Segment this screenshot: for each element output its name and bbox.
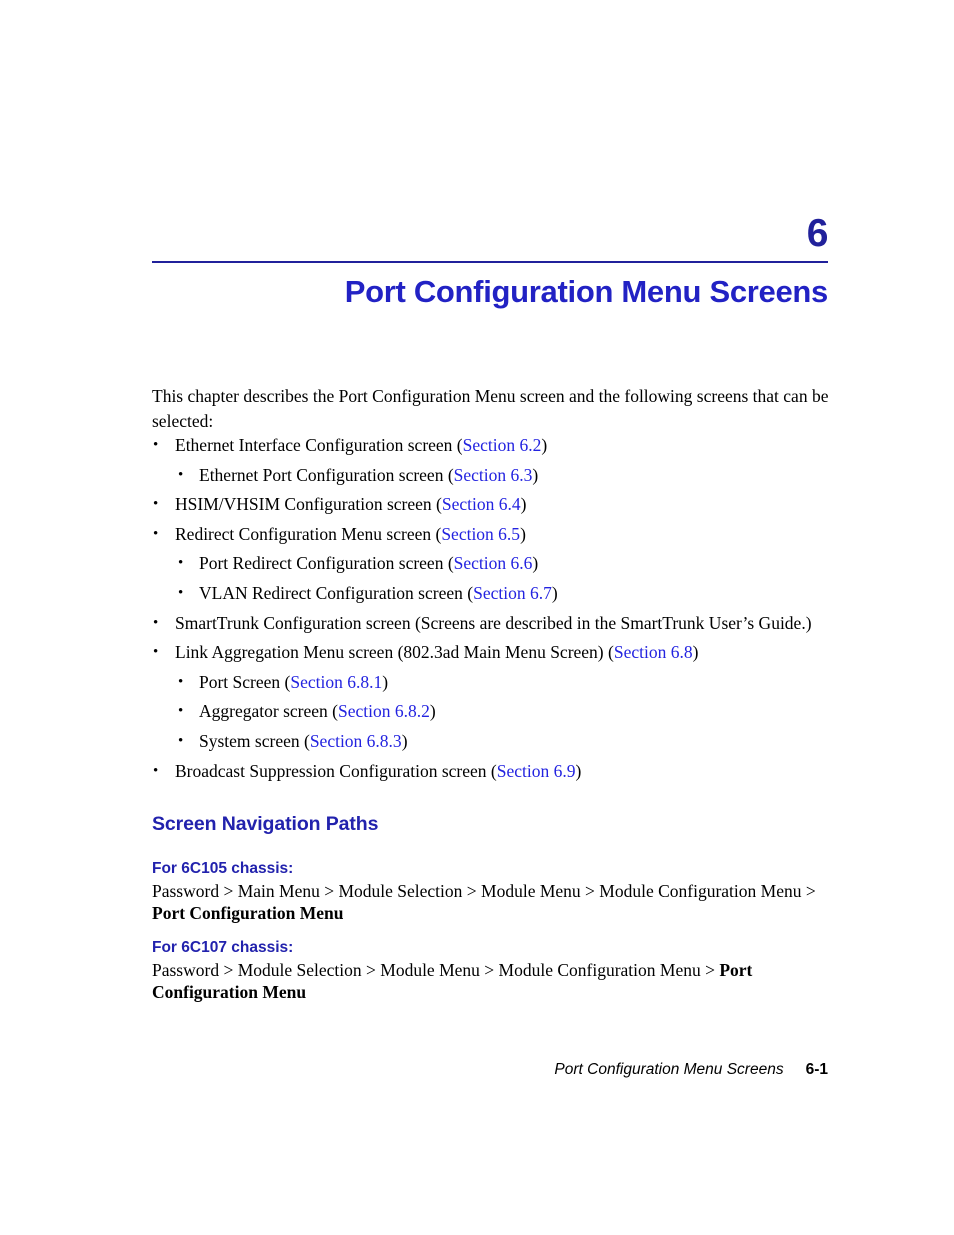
cross-reference-link[interactable]: Section 6.6 [454, 553, 533, 573]
footer-page-number: 6-1 [805, 1061, 828, 1078]
nav-path-block-6c105: For 6C105 chassis: Password > Main Menu … [152, 858, 832, 924]
nav-path-label: For 6C107 chassis: [152, 939, 294, 956]
list-item: • SmartTrunk Configuration screen (Screen… [152, 612, 842, 642]
list-item-label: Ethernet Interface Configuration screen … [175, 435, 463, 455]
cross-reference-link[interactable]: Section 6.7 [473, 583, 552, 603]
list-item-tail: ) [401, 730, 408, 751]
bullet-icon: • [178, 703, 184, 720]
list-item-label: SmartTrunk Configuration screen (Screens… [175, 612, 812, 633]
screen-list: • Ethernet Interface Configuration screen… [152, 434, 842, 789]
cross-reference-link[interactable]: Section 6.8 [614, 642, 693, 662]
bullet-icon: • [178, 732, 184, 749]
cross-reference-link[interactable]: Section 6.3 [454, 465, 533, 485]
bullet-icon: • [153, 437, 159, 453]
bullet-icon: • [153, 762, 159, 779]
cross-reference-link[interactable]: Section 6.8.2 [338, 701, 430, 721]
bullet-icon: • [178, 555, 184, 572]
cross-reference-link[interactable]: Section 6.5 [441, 524, 520, 544]
nav-path-label: For 6C105 chassis: [152, 860, 294, 877]
list-item: • Redirect Configuration Menu screen (Sec… [152, 523, 842, 553]
bullet-icon: • [178, 673, 184, 690]
list-item-label: Redirect Configuration Menu screen ( [175, 523, 442, 544]
list-item-tail: ) [541, 435, 548, 455]
chapter-rule-divider [152, 261, 828, 263]
list-item-tail: ) [532, 464, 539, 485]
list-item: • System screen (Section 6.8.3) [152, 730, 842, 760]
list-item-label: System screen ( [199, 730, 310, 751]
list-item-label: Aggregator screen ( [199, 701, 338, 722]
list-item-tail: ) [551, 582, 558, 603]
list-item: • Ethernet Interface Configuration screen… [152, 434, 842, 464]
bullet-icon: • [153, 644, 159, 661]
list-item-label: Broadcast Suppression Configuration scre… [175, 760, 497, 781]
document-page: 6 Port Configuration Menu Screens This c… [0, 0, 954, 1235]
list-item-label: Link Aggregation Menu screen (802.3ad Ma… [175, 642, 614, 663]
bullet-icon: • [178, 466, 184, 483]
list-item-label: Port Screen ( [199, 671, 291, 692]
cross-reference-link[interactable]: Section 6.4 [442, 494, 521, 514]
list-item: • Port Redirect Configuration screen (Sec… [152, 552, 842, 582]
list-item-tail: ) [575, 760, 582, 781]
list-item-tail: ) [520, 523, 526, 544]
list-item: • Ethernet Port Configuration screen (Sec… [152, 464, 842, 494]
section-heading-navigation: Screen Navigation Paths [152, 813, 379, 835]
nav-path-plain: Password > Module Selection > Module Men… [152, 960, 720, 980]
bullet-icon: • [153, 525, 159, 542]
list-item-tail: ) [692, 642, 699, 663]
list-item: • Link Aggregation Menu screen (802.3ad M… [152, 641, 842, 671]
chapter-number: 6 [806, 212, 829, 255]
nav-path-value: Password > Module Selection > Module Men… [152, 960, 832, 1003]
list-item-label: HSIM/VHSIM Configuration screen ( [175, 494, 442, 515]
nav-path-block-6c107: For 6C107 chassis: Password > Module Sel… [152, 937, 832, 1003]
list-item: • Broadcast Suppression Configuration scr… [152, 760, 842, 790]
list-item: • Port Screen (Section 6.8.1) [152, 671, 842, 701]
nav-path-plain: Password > Main Menu > Module Selection … [152, 881, 816, 901]
list-item-label: VLAN Redirect Configuration screen ( [199, 582, 474, 603]
page-footer: Port Configuration Menu Screens 6-1 [152, 1060, 828, 1080]
nav-path-value: Password > Main Menu > Module Selection … [152, 881, 832, 924]
list-item: • VLAN Redirect Configuration screen (Sec… [152, 582, 842, 612]
list-item-tail: ) [520, 494, 527, 515]
list-item-tail: ) [382, 671, 389, 692]
list-item-tail: ) [429, 701, 436, 722]
list-item-label: Port Redirect Configuration screen ( [199, 553, 454, 574]
list-item: • Aggregator screen (Section 6.8.2) [152, 700, 842, 730]
nav-path-target: Port Configuration Menu [152, 902, 344, 923]
chapter-header: 6 Port Configuration Menu Screens [152, 212, 829, 311]
intro-paragraph: This chapter describes the Port Configur… [152, 386, 829, 431]
cross-reference-link[interactable]: Section 6.8.1 [290, 672, 382, 692]
footer-title: Port Configuration Menu Screens [554, 1061, 784, 1078]
page-title: Port Configuration Menu Screens [344, 274, 829, 309]
list-item-tail: ) [532, 553, 539, 574]
cross-reference-link[interactable]: Section 6.2 [463, 435, 542, 455]
cross-reference-link[interactable]: Section 6.8.3 [310, 731, 402, 751]
cross-reference-link[interactable]: Section 6.9 [497, 761, 576, 781]
bullet-icon: • [153, 496, 159, 513]
bullet-icon: • [178, 584, 184, 601]
list-item: • HSIM/VHSIM Configuration screen (Sectio… [152, 493, 842, 523]
list-item-label: Ethernet Port Configuration screen ( [199, 464, 454, 485]
bullet-icon: • [153, 614, 159, 631]
